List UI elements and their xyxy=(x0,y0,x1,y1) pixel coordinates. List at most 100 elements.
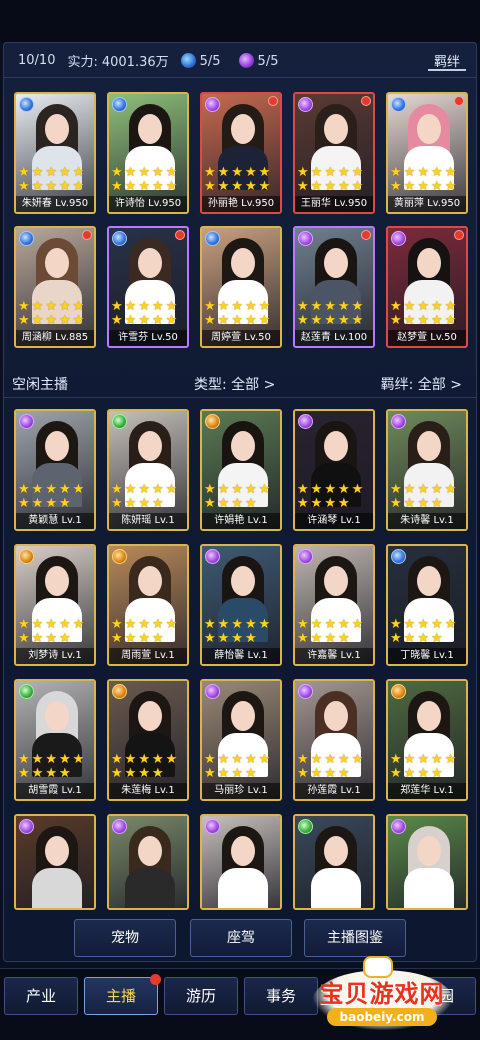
idle-card[interactable]: ★ ★ ★ ★ ★ ★ ★ ★ ★ 薛怡馨 Lv.1 xyxy=(200,544,282,666)
idle-card[interactable]: ★ ★ ★ ★ ★ ★ ★ ★ ★ 马丽珍 Lv.1 xyxy=(200,679,282,801)
portrait-face xyxy=(138,836,162,866)
star-icon: ★ xyxy=(58,617,71,632)
star-icon: ★ xyxy=(417,313,429,328)
star-icon: ★ xyxy=(111,299,123,314)
star-icon: ★ xyxy=(310,631,323,646)
star-icon: ★ xyxy=(111,631,123,646)
team-card[interactable]: ★ ★ ★ ★ ★ ★ ★ ★ ★ ★ 黄丽萍 Lv.950 xyxy=(386,92,468,214)
team-card[interactable]: ★ ★ ★ ★ ★ ★ ★ ★ ★ ★ 朱妍春 Lv.950 xyxy=(14,92,96,214)
power-label: 实力: xyxy=(67,55,98,70)
team-card[interactable]: ★ ★ ★ ★ ★ ★ ★ ★ ★ ★ 许雪芬 Lv.50 xyxy=(107,226,189,348)
star-icon: ★ xyxy=(351,165,364,180)
streamer-name: 薛怡馨 Lv.1 xyxy=(202,648,280,664)
star-icon: ★ xyxy=(430,165,443,180)
star-icon: ★ xyxy=(165,179,178,194)
star-icon: ★ xyxy=(204,482,216,497)
star-icon: ★ xyxy=(165,752,178,767)
idle-card[interactable] xyxy=(293,814,375,910)
blue-element-icon xyxy=(391,549,406,564)
star-icon: ★ xyxy=(45,482,57,497)
star-icon: ★ xyxy=(417,617,429,632)
star-icon: ★ xyxy=(337,631,350,646)
star-icon: ★ xyxy=(124,482,137,497)
star-rating: ★ ★ ★ ★ ★ ★ ★ ★ ★ ★ xyxy=(18,300,94,327)
star-rating: ★ ★ ★ ★ ★ ★ ★ ★ ★ xyxy=(18,483,94,510)
star-icon: ★ xyxy=(324,752,336,767)
stats-bar: 10/10 实力: 4001.36万 5/5 5/5 羁绊 xyxy=(4,44,476,78)
nav-travel[interactable]: 游历 xyxy=(164,977,238,1015)
nav-industry[interactable]: 产业 xyxy=(4,977,78,1015)
type-filter[interactable]: 类型: 全部 > xyxy=(194,374,275,394)
idle-card[interactable]: ★ ★ ★ ★ ★ ★ ★ ★ ★ 郑莲华 Lv.1 xyxy=(386,679,468,801)
streamer-name: 许诗怡 Lv.950 xyxy=(109,196,187,212)
team-card[interactable]: ★ ★ ★ ★ ★ ★ ★ ★ ★ ★ 赵莲青 Lv.100 xyxy=(293,226,375,348)
star-icon: ★ xyxy=(124,617,137,632)
team-card[interactable]: ★ ★ ★ ★ ★ ★ ★ ★ ★ ★ 周涵柳 Lv.885 xyxy=(14,226,96,348)
idle-card[interactable]: ★ ★ ★ ★ ★ ★ ★ ★ ★ 黄颖慧 Lv.1 xyxy=(14,409,96,531)
team-card[interactable]: ★ ★ ★ ★ ★ ★ ★ ★ ★ ★ 王丽华 Lv.950 xyxy=(293,92,375,214)
team-card[interactable]: ★ ★ ★ ★ ★ ★ ★ ★ ★ ★ 周婷萱 Lv.50 xyxy=(200,226,282,348)
star-icon: ★ xyxy=(138,631,150,646)
star-icon: ★ xyxy=(444,165,457,180)
notification-dot xyxy=(361,96,371,106)
idle-card[interactable]: ★ ★ ★ ★ ★ ★ ★ ★ ★ 朱莲梅 Lv.1 xyxy=(107,679,189,801)
watermark-url: baobeiy.com xyxy=(327,1008,437,1026)
orange-element-icon xyxy=(205,414,220,429)
team-card[interactable]: ★ ★ ★ ★ ★ ★ ★ ★ ★ ★ 孙丽艳 Lv.950 xyxy=(200,92,282,214)
portrait-body xyxy=(125,868,175,908)
star-icon: ★ xyxy=(430,313,443,328)
pet-button[interactable]: 宠物 xyxy=(74,919,176,957)
star-icon: ★ xyxy=(231,617,243,632)
idle-card[interactable]: ★ ★ ★ ★ ★ ★ ★ ★ ★ 朱诗馨 Lv.1 xyxy=(386,409,468,531)
star-icon: ★ xyxy=(417,496,429,511)
nav-streamer[interactable]: 主播 xyxy=(84,974,161,1015)
idle-card[interactable]: ★ ★ ★ ★ ★ ★ ★ ★ ★ 胡雪霞 Lv.1 xyxy=(14,679,96,801)
star-icon: ★ xyxy=(72,482,85,497)
streamer-name: 赵梦萱 Lv.50 xyxy=(388,330,466,346)
team-card[interactable]: ★ ★ ★ ★ ★ ★ ★ ★ ★ ★ 许诗怡 Lv.950 xyxy=(107,92,189,214)
idle-card[interactable]: ★ ★ ★ ★ ★ ★ ★ ★ ★ 丁晓馨 Lv.1 xyxy=(386,544,468,666)
star-icon: ★ xyxy=(231,179,243,194)
star-icon: ★ xyxy=(45,617,57,632)
purple-element-icon xyxy=(298,231,313,246)
team-card[interactable]: ★ ★ ★ ★ ★ ★ ★ ★ ★ ★ 赵梦萱 Lv.50 xyxy=(386,226,468,348)
idle-card[interactable] xyxy=(14,814,96,910)
star-icon: ★ xyxy=(310,179,323,194)
streamer-album-button[interactable]: 主播图鉴 xyxy=(304,919,406,957)
star-icon: ★ xyxy=(351,752,364,767)
star-icon: ★ xyxy=(403,165,416,180)
star-icon: ★ xyxy=(430,299,443,314)
star-icon: ★ xyxy=(165,299,178,314)
star-icon: ★ xyxy=(31,766,44,781)
star-icon: ★ xyxy=(417,631,429,646)
star-icon: ★ xyxy=(390,313,402,328)
idle-card[interactable] xyxy=(107,814,189,910)
star-icon: ★ xyxy=(217,482,230,497)
star-icon: ★ xyxy=(324,482,336,497)
star-icon: ★ xyxy=(151,482,164,497)
star-icon: ★ xyxy=(337,617,350,632)
blue-element-icon xyxy=(205,231,220,246)
star-icon: ★ xyxy=(18,766,30,781)
idle-card[interactable]: ★ ★ ★ ★ ★ ★ ★ ★ ★ 孙莲霞 Lv.1 xyxy=(293,679,375,801)
star-icon: ★ xyxy=(18,752,30,767)
streamer-name: 王丽华 Lv.950 xyxy=(295,196,373,212)
mount-button[interactable]: 座驾 xyxy=(190,919,292,957)
idle-card[interactable]: ★ ★ ★ ★ ★ ★ ★ ★ ★ 许涵琴 Lv.1 xyxy=(293,409,375,531)
idle-card[interactable] xyxy=(386,814,468,910)
idle-card[interactable]: ★ ★ ★ ★ ★ ★ ★ ★ ★ 周雨萱 Lv.1 xyxy=(107,544,189,666)
idle-card[interactable]: ★ ★ ★ ★ ★ ★ ★ ★ ★ 许娟艳 Lv.1 xyxy=(200,409,282,531)
idle-card[interactable]: ★ ★ ★ ★ ★ ★ ★ ★ ★ 刘梦诗 Lv.1 xyxy=(14,544,96,666)
bond-button[interactable]: 羁绊 xyxy=(427,51,466,71)
star-icon: ★ xyxy=(297,617,309,632)
star-icon: ★ xyxy=(111,752,123,767)
idle-card[interactable]: ★ ★ ★ ★ ★ ★ ★ ★ ★ 许嘉馨 Lv.1 xyxy=(293,544,375,666)
portrait-face xyxy=(324,431,348,461)
idle-card[interactable] xyxy=(200,814,282,910)
bond-filter[interactable]: 羁绊: 全部 > xyxy=(381,374,462,394)
star-icon: ★ xyxy=(151,165,164,180)
portrait-face xyxy=(324,114,348,144)
star-rating: ★ ★ ★ ★ ★ ★ ★ ★ ★ xyxy=(297,618,373,645)
star-icon: ★ xyxy=(138,179,150,194)
idle-card[interactable]: ★ ★ ★ ★ ★ ★ ★ ★ ★ 陈妍瑶 Lv.1 xyxy=(107,409,189,531)
